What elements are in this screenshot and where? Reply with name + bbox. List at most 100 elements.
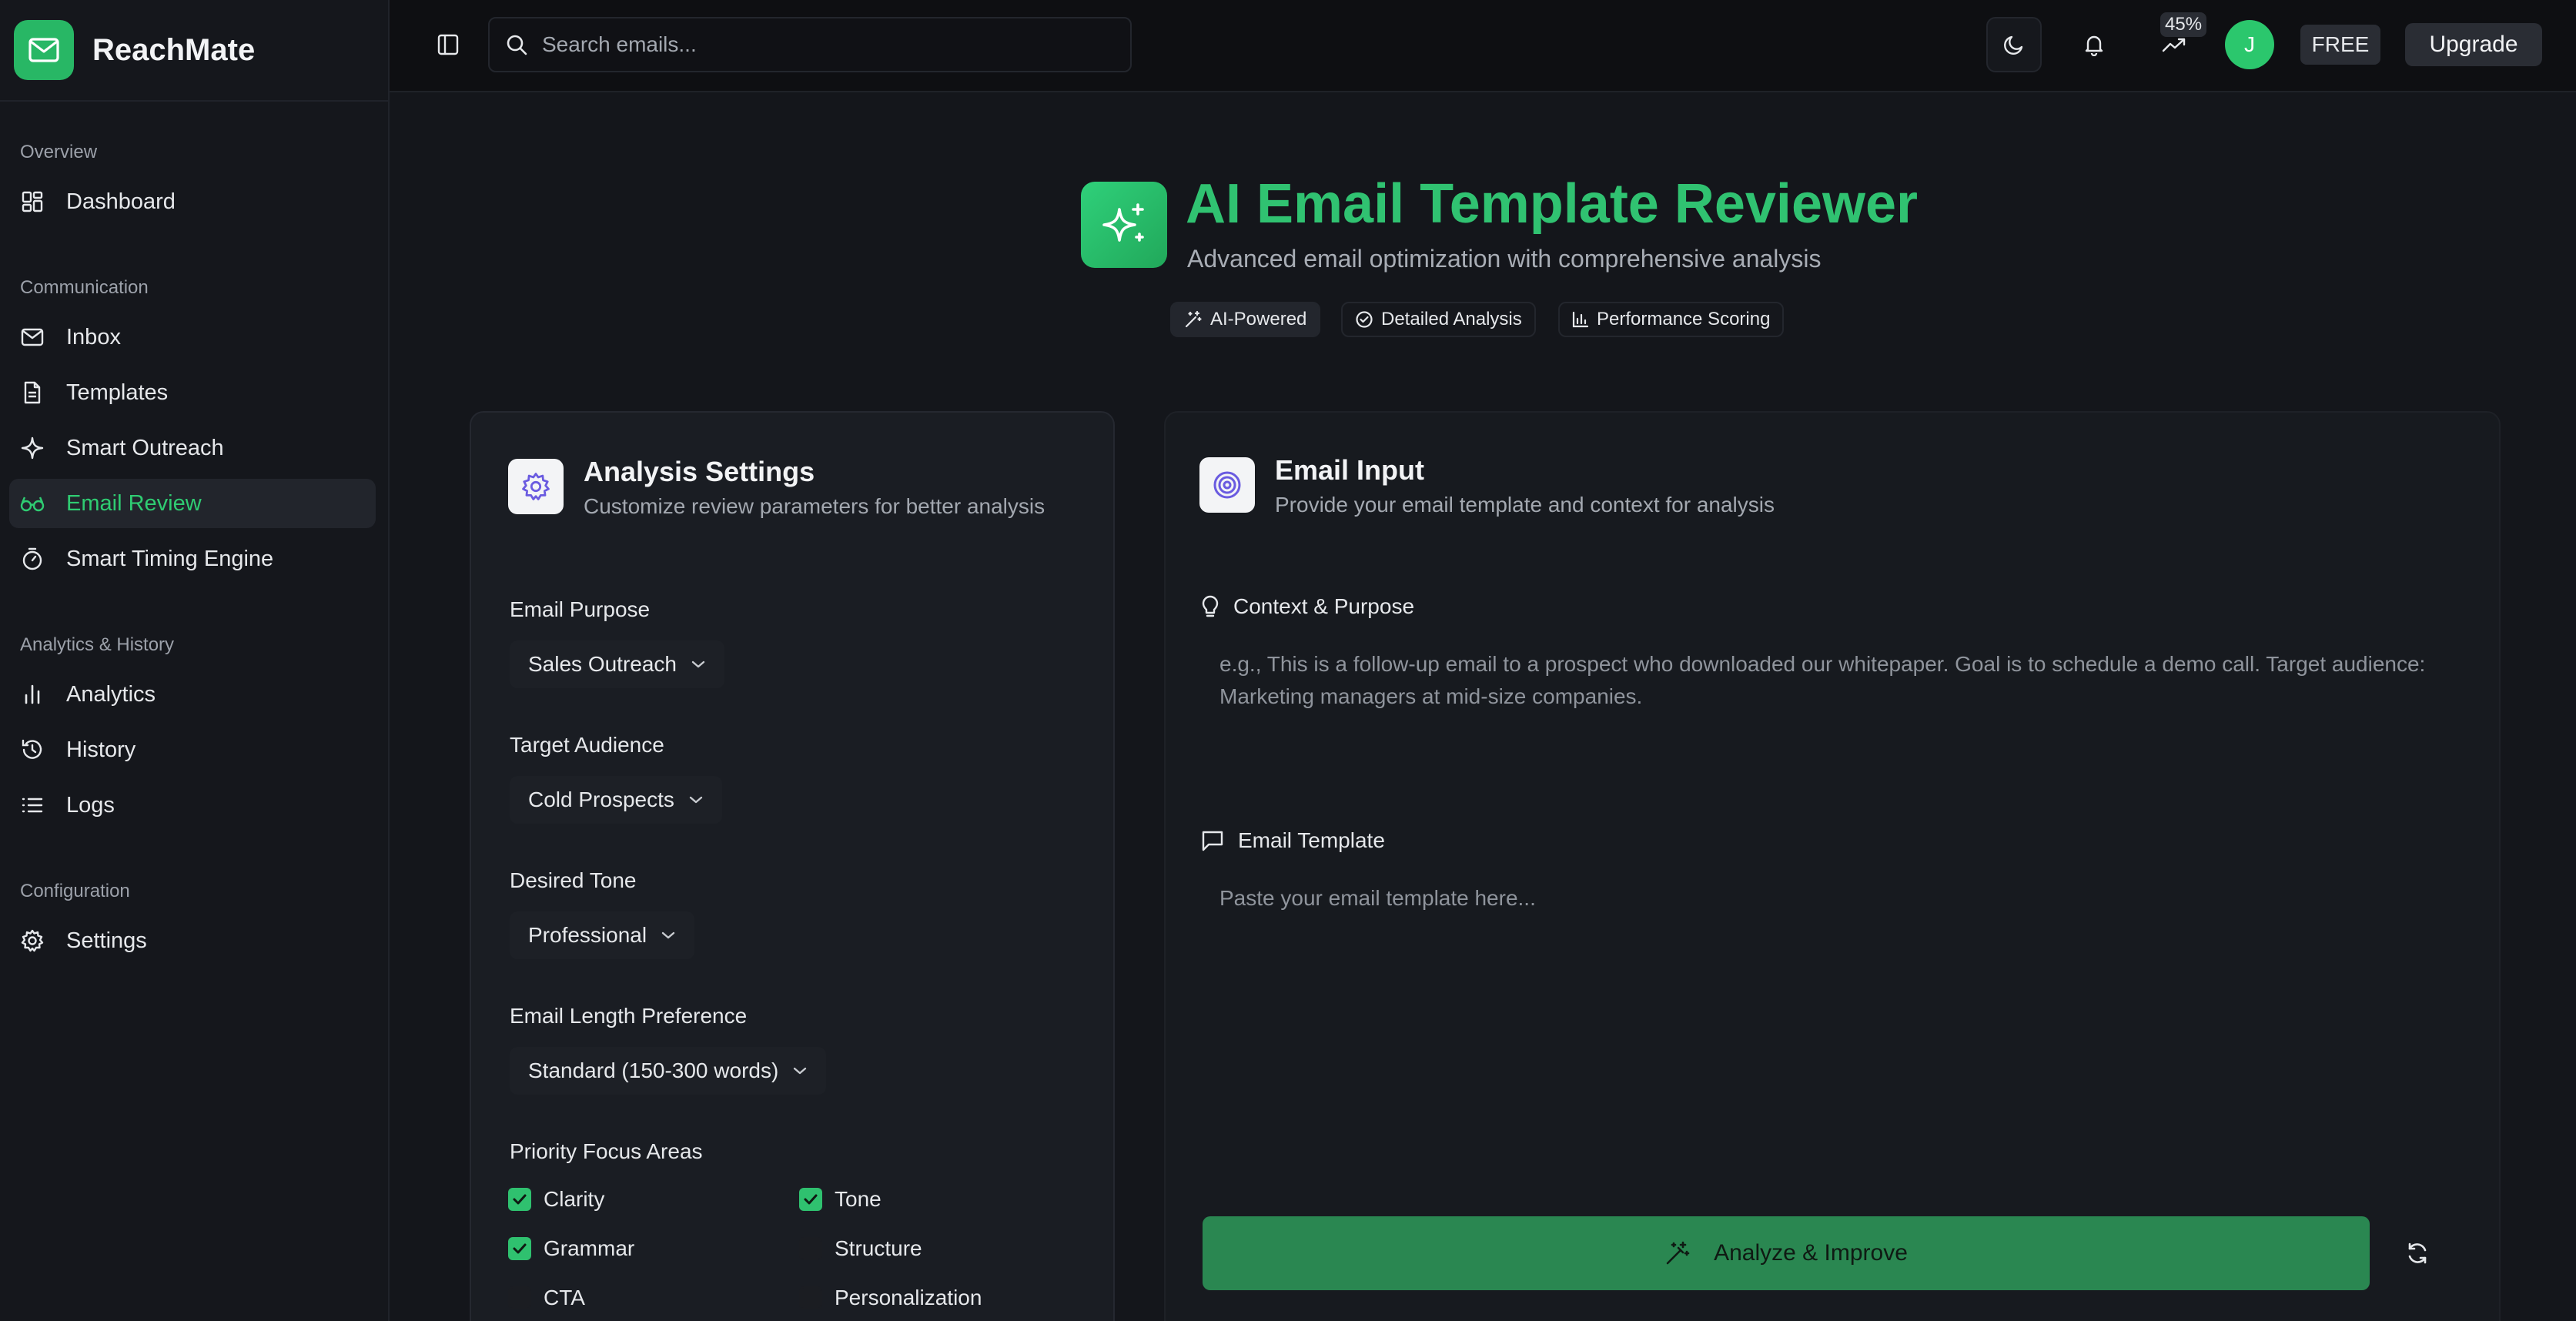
focus-checkbox-cta[interactable]: CTA (508, 1286, 585, 1310)
checkbox-label: Structure (835, 1236, 922, 1260)
sparkles-icon (1081, 182, 1167, 268)
select-value: Professional (528, 923, 647, 947)
brand[interactable]: ReachMate (14, 20, 255, 80)
sidebar-item-label: Smart Outreach (66, 435, 224, 460)
sidebar-item-settings[interactable]: Settings (9, 916, 376, 965)
sidebar-item-label: Settings (66, 928, 147, 953)
trending-up-icon (2162, 35, 2186, 54)
checkbox-checked-icon (508, 1188, 531, 1211)
wand-icon (1664, 1240, 1691, 1266)
sidebar-item-analytics[interactable]: Analytics (9, 670, 376, 719)
message-square-icon (1201, 829, 1224, 852)
context-section-label: Context & Purpose (1201, 594, 1414, 619)
wand-icon (1184, 310, 1203, 329)
moon-icon (2002, 33, 2026, 56)
focus-checkbox-structure[interactable]: Structure (799, 1236, 922, 1261)
bar-chart-icon (1572, 311, 1589, 328)
gear-icon (20, 928, 45, 953)
chip-detailed-analysis: Detailed Analysis (1341, 302, 1536, 337)
brand-name: ReachMate (92, 32, 256, 67)
checkbox-unchecked-icon (508, 1286, 531, 1309)
sidebar-item-inbox[interactable]: Inbox (9, 313, 376, 362)
sidebar-item-label: Inbox (66, 324, 121, 349)
analysis-settings-card: Analysis Settings Customize review param… (470, 411, 1115, 1321)
sidebar-item-label: History (66, 737, 136, 762)
chevron-down-icon (688, 795, 704, 804)
chip-performance-scoring: Performance Scoring (1558, 302, 1785, 337)
plan-badge: FREE (2300, 25, 2380, 65)
glasses-icon (20, 491, 45, 516)
sidebar-item-label: Templates (66, 380, 169, 405)
select-value: Standard (150-300 words) (528, 1058, 779, 1082)
nav-section-overview: Overview (20, 142, 98, 162)
email-input-card: Email Input Provide your email template … (1164, 411, 2501, 1321)
upgrade-button[interactable]: Upgrade (2405, 23, 2542, 66)
sidebar-item-dashboard[interactable]: Dashboard (9, 177, 376, 226)
checkbox-label: CTA (544, 1286, 585, 1309)
card-title: Analysis Settings (584, 456, 815, 487)
sidebar-toggle-button[interactable] (431, 28, 465, 62)
checkbox-unchecked-icon (799, 1286, 822, 1309)
focus-checkbox-clarity[interactable]: Clarity (508, 1187, 604, 1212)
page-subtitle: Advanced email optimization with compreh… (1187, 245, 1822, 273)
chevron-down-icon (792, 1066, 808, 1075)
timer-icon (20, 547, 45, 571)
chip-label: AI-Powered (1210, 309, 1307, 329)
desired-tone-select[interactable]: Professional (510, 911, 695, 959)
sidebar-item-smart-outreach[interactable]: Smart Outreach (9, 423, 376, 473)
search-placeholder: Search emails... (542, 32, 697, 56)
card-title: Email Input (1275, 454, 1425, 486)
length-preference-select[interactable]: Standard (150-300 words) (510, 1047, 827, 1095)
sidebar-item-logs[interactable]: Logs (9, 781, 376, 830)
chevron-down-icon (691, 660, 706, 669)
topbar: Search emails... 45% J FREE Upgrade (390, 0, 2576, 92)
sidebar-toggle-icon (437, 33, 460, 56)
checkbox-label: Personalization (835, 1286, 982, 1309)
nav-section-analytics-history: Analytics & History (20, 634, 175, 655)
mail-icon (20, 325, 45, 349)
target-audience-select[interactable]: Cold Prospects (510, 776, 722, 824)
focus-areas-label: Priority Focus Areas (510, 1139, 703, 1163)
history-icon (20, 737, 45, 762)
email-purpose-label: Email Purpose (510, 597, 651, 621)
sidebar-item-templates[interactable]: Templates (9, 368, 376, 417)
sparkle-icon (20, 436, 45, 460)
refresh-icon (2405, 1241, 2430, 1266)
target-icon (1199, 457, 1255, 513)
search-input[interactable]: Search emails... (488, 17, 1132, 72)
reset-button[interactable] (2396, 1232, 2439, 1275)
card-subtitle: Provide your email template and context … (1275, 493, 1775, 517)
search-icon (505, 33, 528, 56)
analyze-button[interactable]: Analyze & Improve (1203, 1216, 2370, 1290)
select-value: Sales Outreach (528, 652, 677, 676)
section-label: Email Template (1238, 828, 1385, 852)
usage-badge: 45% (2160, 12, 2207, 37)
file-text-icon (20, 380, 45, 405)
email-template-textarea[interactable]: Paste your email template here... (1219, 882, 2436, 1175)
focus-checkbox-tone[interactable]: Tone (799, 1187, 882, 1212)
sidebar-item-smart-timing-engine[interactable]: Smart Timing Engine (9, 534, 376, 584)
list-icon (20, 793, 45, 818)
theme-toggle-button[interactable] (1986, 17, 2042, 72)
mail-logo-icon (14, 20, 74, 80)
sidebar-item-label: Analytics (66, 681, 156, 707)
sidebar-item-history[interactable]: History (9, 725, 376, 774)
chevron-down-icon (661, 931, 676, 940)
context-textarea[interactable]: e.g., This is a follow-up email to a pro… (1219, 648, 2436, 833)
sidebar-item-email-review[interactable]: Email Review (9, 479, 376, 528)
email-purpose-select[interactable]: Sales Outreach (510, 640, 724, 688)
chip-label: Detailed Analysis (1381, 309, 1522, 329)
focus-checkbox-grammar[interactable]: Grammar (508, 1236, 634, 1261)
notifications-button[interactable] (2066, 17, 2122, 72)
settings-gear-icon (508, 459, 564, 514)
checkbox-checked-icon (508, 1237, 531, 1260)
focus-checkbox-personalization[interactable]: Personalization (799, 1286, 982, 1310)
checkbox-label: Tone (835, 1187, 882, 1211)
page-title: AI Email Template Reviewer (1186, 173, 1919, 235)
nav-section-configuration: Configuration (20, 881, 130, 901)
checkbox-label: Clarity (544, 1187, 605, 1211)
dashboard-icon (20, 189, 45, 214)
nav-section-communication: Communication (20, 277, 149, 298)
avatar[interactable]: J (2225, 20, 2274, 69)
length-preference-label: Email Length Preference (510, 1004, 748, 1028)
